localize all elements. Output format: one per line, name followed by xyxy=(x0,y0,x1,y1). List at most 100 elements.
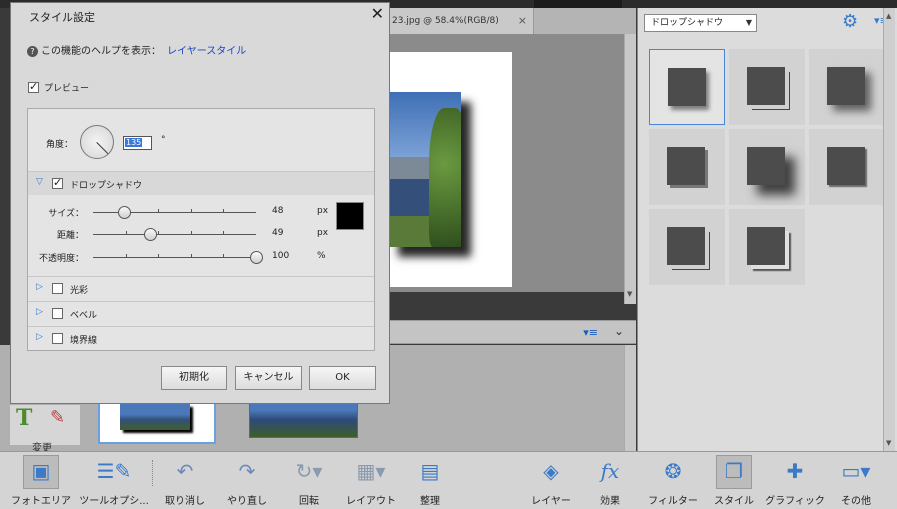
drop-shadow-section-header[interactable]: ▽ ドロップシャドウ xyxy=(28,171,374,195)
angle-dial[interactable] xyxy=(80,125,114,159)
angle-input[interactable]: 135 xyxy=(123,136,152,150)
document-tab[interactable]: 23.jpg @ 58.4%(RGB/8) × xyxy=(388,8,534,34)
gear-icon[interactable]: ⚙ xyxy=(842,11,858,32)
toolbar-label: 効果 xyxy=(600,496,620,507)
chevron-down-icon[interactable]: ⌄ xyxy=(614,324,624,338)
size-unit: px xyxy=(317,206,329,216)
undo-icon: ↶ xyxy=(176,459,194,483)
bottom-toolbar: ▣ フォトエリア ☰✎ ツールオプシ... ↶ 取り消し ↷ やり直し ↻▾ 回… xyxy=(0,451,897,509)
distance-label: 距離： xyxy=(56,231,84,241)
toolbar-redo[interactable]: ↷ やり直し xyxy=(218,452,276,509)
toolbar-tool-options[interactable]: ☰✎ ツールオプシ... xyxy=(78,452,150,509)
shadow-color-swatch[interactable] xyxy=(336,202,364,230)
dialog-title-bar[interactable]: スタイル設定 ✕ xyxy=(11,3,389,25)
style-category-dropdown[interactable]: ドロップシャドウ ▼ xyxy=(644,14,757,32)
canvas-photo[interactable] xyxy=(388,92,461,247)
toolbar-graphics[interactable]: ✚ グラフィック xyxy=(764,452,826,509)
toolbar-more[interactable]: ▭▾ その他 xyxy=(830,452,882,509)
preview-row: プレビュー xyxy=(28,80,90,94)
angle-row: 角度： 135 ° xyxy=(28,109,374,169)
size-value: 48 xyxy=(272,206,284,216)
stroke-section-header[interactable]: ▷ 境界線 xyxy=(28,326,374,350)
distance-value: 49 xyxy=(272,228,284,238)
toolbar-label: フィルター xyxy=(648,496,698,507)
dropdown-caret-icon: ▼ xyxy=(745,18,752,27)
angle-unit: ° xyxy=(161,135,166,145)
toolbar-label: 回転 xyxy=(299,496,319,507)
toolbar-label: やり直し xyxy=(227,496,267,507)
rotate-icon: ↻▾ xyxy=(295,459,323,483)
toolbar-label: レイアウト xyxy=(346,496,396,507)
text-tool-icon[interactable]: T xyxy=(16,405,32,431)
photo-bin-thumbnail[interactable] xyxy=(249,398,358,438)
style-swatch-outline-3[interactable] xyxy=(729,209,805,285)
close-tab-icon[interactable]: × xyxy=(518,8,527,34)
style-swatch-high[interactable] xyxy=(729,129,805,205)
distance-slider-knob[interactable] xyxy=(144,228,158,241)
size-label: サイズ： xyxy=(48,209,84,219)
toolbar-label: ツールオプシ... xyxy=(79,496,149,507)
glow-label: 光彩 xyxy=(70,286,89,296)
toolbar-styles[interactable]: ❐ スタイル xyxy=(708,452,760,509)
toolbar-organize[interactable]: ▤ 整理 xyxy=(404,452,456,509)
style-swatch-outline-2[interactable] xyxy=(649,209,725,285)
style-swatch-soft-edge[interactable] xyxy=(649,49,725,125)
stroke-checkbox[interactable] xyxy=(52,333,63,344)
toolbar-photo-bin[interactable]: ▣ フォトエリア xyxy=(8,452,74,509)
collapsed-triangle-icon[interactable]: ▷ xyxy=(36,332,43,342)
cancel-button[interactable]: キャンセル xyxy=(235,366,302,390)
toolbar-effects[interactable]: fx 効果 xyxy=(584,452,636,509)
ok-button[interactable]: OK xyxy=(309,366,376,390)
size-slider-knob[interactable] xyxy=(117,206,131,219)
expanded-triangle-icon[interactable]: ▽ xyxy=(36,177,43,187)
glow-checkbox[interactable] xyxy=(52,283,63,294)
photo-bin-thumbnail-selected[interactable] xyxy=(98,398,216,444)
preview-checkbox[interactable] xyxy=(28,80,39,93)
reset-button[interactable]: 初期化 xyxy=(161,366,227,390)
photo-bin-header: ▾≡ ⌄ xyxy=(388,320,636,344)
toolbar-undo[interactable]: ↶ 取り消し xyxy=(156,452,214,509)
style-settings-dialog: スタイル設定 ✕ ?この機能のヘルプを表示： レイヤースタイル プレビュー 角度：… xyxy=(10,2,390,404)
distance-unit: px xyxy=(317,228,329,238)
bevel-section-header[interactable]: ▷ ベベル xyxy=(28,301,374,325)
opacity-unit: % xyxy=(317,251,326,261)
close-icon[interactable]: ✕ xyxy=(371,4,384,23)
photo-bin-scrollbar[interactable] xyxy=(624,345,636,451)
scroll-up-icon[interactable]: ▲ xyxy=(886,12,891,20)
drop-shadow-checkbox[interactable] xyxy=(52,176,63,189)
opacity-label: 不透明度： xyxy=(38,254,84,264)
styles-panel-scrollbar[interactable]: ▲ ▼ xyxy=(883,8,895,451)
style-swatch-hard-edge[interactable] xyxy=(809,129,885,205)
stroke-label: 境界線 xyxy=(70,336,98,346)
opacity-slider[interactable] xyxy=(93,251,263,264)
styles-icon: ❐ xyxy=(725,459,743,483)
toolbar-layout[interactable]: ▦▾ レイアウト xyxy=(342,452,400,509)
scroll-down-icon[interactable]: ▼ xyxy=(886,439,891,447)
graphics-icon: ✚ xyxy=(786,459,804,483)
style-swatch-low[interactable] xyxy=(649,129,725,205)
pencil-icon[interactable]: ✎ xyxy=(50,407,65,428)
distance-slider[interactable] xyxy=(93,228,256,241)
bin-menu-icon[interactable]: ▾≡ xyxy=(583,326,598,339)
help-icon: ? xyxy=(27,46,38,57)
preview-label: プレビュー xyxy=(44,84,90,94)
scroll-down-icon[interactable]: ▼ xyxy=(627,290,632,298)
redo-icon: ↷ xyxy=(238,459,256,483)
canvas-scrollbar[interactable]: ▼ xyxy=(624,34,636,304)
style-swatch-noisy[interactable] xyxy=(809,49,885,125)
drop-shadow-label: ドロップシャドウ xyxy=(70,181,143,191)
collapsed-triangle-icon[interactable]: ▷ xyxy=(36,282,43,292)
opacity-slider-knob[interactable] xyxy=(250,251,263,264)
toolbar-filters[interactable]: ❂ フィルター xyxy=(642,452,704,509)
fx-icon: fx xyxy=(600,459,620,483)
toolbar-layers[interactable]: ◈ レイヤー xyxy=(522,452,580,509)
bevel-checkbox[interactable] xyxy=(52,308,63,319)
collapsed-triangle-icon[interactable]: ▷ xyxy=(36,307,43,317)
size-slider[interactable] xyxy=(93,206,256,219)
text-tool-cell[interactable]: T ✎ 変更 xyxy=(10,405,80,454)
toolbar-rotate[interactable]: ↻▾ 回転 xyxy=(280,452,338,509)
style-swatch-simple-outline[interactable] xyxy=(729,49,805,125)
glow-section-header[interactable]: ▷ 光彩 xyxy=(28,276,374,300)
help-link[interactable]: レイヤースタイル xyxy=(167,46,246,57)
toolbar-label: グラフィック xyxy=(765,496,825,507)
